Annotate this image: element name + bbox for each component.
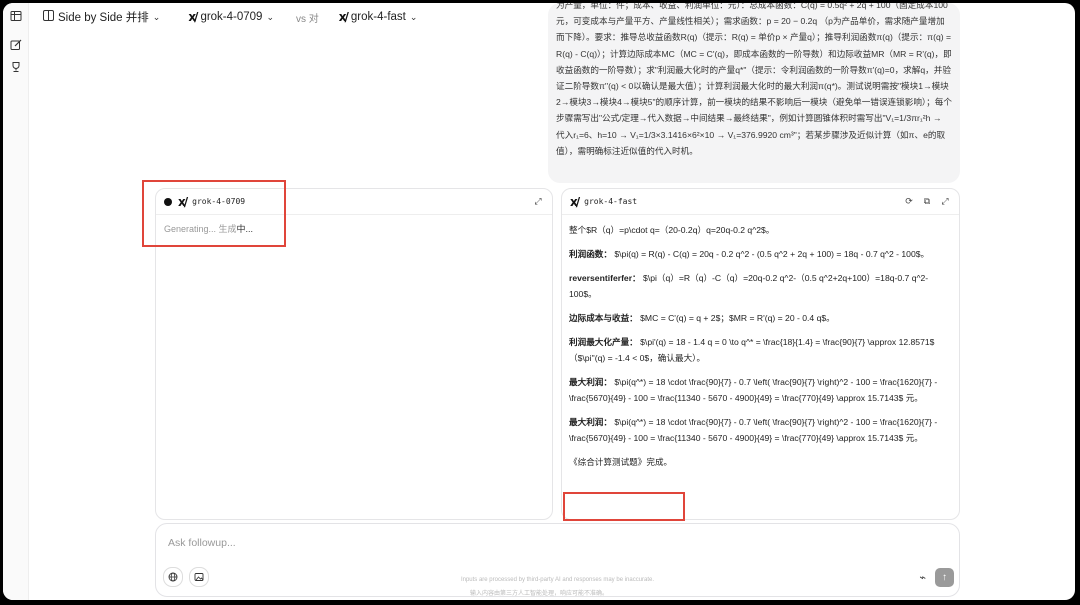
- paragraph-text: $\pi(q^*) = 18 \cdot \frac{90}{7} - 0.7 …: [569, 417, 938, 443]
- disclaimer-en: Inputs are processed by third-party AI a…: [460, 577, 655, 583]
- left-rail: [3, 3, 29, 600]
- paragraph-label: 利润函数：: [569, 249, 612, 259]
- chevron-down-icon: ⌄: [152, 11, 161, 22]
- panel-b-model-name: grok-4-fast: [584, 197, 638, 206]
- paragraph-label: 边际成本与收益：: [569, 313, 638, 323]
- refresh-icon[interactable]: ⟳: [903, 196, 915, 208]
- mode-selector[interactable]: Side by Side 并排 ⌄: [43, 9, 160, 25]
- response-paragraph: 最大利润： $\pi(q^*) = 18 \cdot \frac{90}{7} …: [569, 414, 949, 446]
- model-b-selector[interactable]: x/ grok-4-fast ⌄: [339, 10, 418, 24]
- expand-icon[interactable]: ⤢: [532, 196, 544, 208]
- paragraph-text: 整个$R（q）=p\cdot q=（20-0.2q）q=20q-0.2 q^2$…: [569, 225, 775, 235]
- copy-icon[interactable]: ⧉: [921, 196, 933, 208]
- paperclip-icon[interactable]: ⌁: [919, 571, 926, 584]
- table-icon[interactable]: [9, 10, 22, 23]
- response-paragraph: reversentiferfer： $\pi（q）=R（q）-C（q）=20q-…: [569, 270, 949, 302]
- expand-icon[interactable]: ⤢: [939, 196, 951, 208]
- paragraph-text: $MC = C'(q) = q + 2$；$MR = R'(q) = 20 - …: [640, 313, 835, 323]
- xai-logo-icon: x/: [570, 194, 580, 209]
- xai-logo-icon: x/: [188, 10, 198, 24]
- model-a-selector[interactable]: x/ grok-4-0709 ⌄: [188, 10, 274, 24]
- response-panel-b: x/ grok-4-fast ⟳ ⧉ ⤢ 整个$R（q）=p\cdot q=（2…: [561, 188, 960, 520]
- model-b-label: grok-4-fast: [350, 11, 406, 23]
- paragraph-text: $\pi(q) = R(q) - C(q) = 20q - 0.2 q^2 - …: [614, 249, 930, 259]
- paragraph-text: $\pi(q^*) = 18 \cdot \frac{90}{7} - 0.7 …: [569, 377, 938, 403]
- response-paragraph: 最大利润： $\pi(q^*) = 18 \cdot \frac{90}{7} …: [569, 374, 949, 406]
- vs-label: vs 对: [296, 13, 319, 25]
- paragraph-label: reversentiferfer：: [569, 273, 641, 283]
- model-a-label: grok-4-0709: [200, 11, 263, 23]
- edit-icon[interactable]: [9, 39, 22, 52]
- followup-composer: Ask followup... Inputs are processed by …: [155, 523, 960, 597]
- highlight-box: [142, 180, 286, 247]
- response-paragraph: 边际成本与收益： $MC = C'(q) = q + 2$；$MR = R'(q…: [569, 310, 949, 326]
- trophy-icon[interactable]: [9, 61, 22, 74]
- mode-label: Side by Side 并排: [58, 12, 149, 24]
- disclaimer-cn: 输入内容由第三方人工智能处理，响应可能不准确。: [469, 591, 608, 597]
- response-paragraph: 整个$R（q）=p\cdot q=（20-0.2q）q=20q-0.2 q^2$…: [569, 222, 949, 238]
- chevron-down-icon: ⌄: [409, 11, 418, 22]
- columns-icon: [43, 10, 54, 24]
- app-window: Side by Side 并排 ⌄ x/ grok-4-0709 ⌄ vs 对 …: [3, 3, 1075, 600]
- send-button[interactable]: ↑: [935, 568, 954, 587]
- paragraph-label: 最大利润：: [569, 417, 612, 427]
- chevron-down-icon: ⌄: [266, 11, 274, 22]
- paragraph-label: 最大利润：: [569, 377, 612, 387]
- response-body: 整个$R（q）=p\cdot q=（20-0.2q）q=20q-0.2 q^2$…: [569, 222, 949, 470]
- user-message-bubble: 为产量，单位：件；成本、收益、利润单位：元）：总成本函数：C(q) = 0.5q…: [548, 3, 960, 183]
- followup-input[interactable]: Ask followup...: [168, 537, 236, 549]
- xai-logo-icon: x/: [338, 10, 349, 24]
- highlight-box: [563, 492, 685, 521]
- user-message-text: 为产量，单位：件；成本、收益、利润单位：元）：总成本函数：C(q) = 0.5q…: [556, 3, 952, 156]
- paragraph-label: 利润最大化产量：: [569, 337, 638, 347]
- panel-b-header: x/ grok-4-fast ⟳ ⧉ ⤢: [562, 189, 959, 215]
- response-paragraph: 利润最大化产量： $\pi'(q) = 18 - 1.4 q = 0 \to q…: [569, 334, 949, 366]
- response-paragraph: 利润函数： $\pi(q) = R(q) - C(q) = 20q - 0.2 …: [569, 246, 949, 262]
- completion-text: 《综合计算测试题》完成。: [569, 457, 673, 467]
